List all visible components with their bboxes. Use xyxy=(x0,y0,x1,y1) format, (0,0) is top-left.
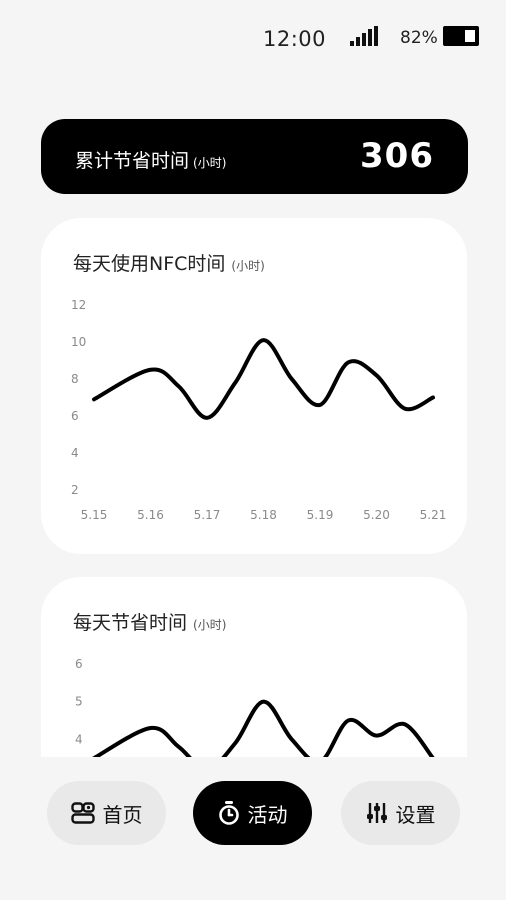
total-saved-label: 累计节省时间 (小时) xyxy=(75,146,226,173)
nfc-usage-line-chart: 2 4 6 8 10 12 5.15 5.16 5.17 5.18 5.19 5.20 5.21 xyxy=(71,298,447,522)
x-tick-label: 5.17 xyxy=(194,508,221,522)
x-tick-label: 5.18 xyxy=(250,508,277,522)
nav-home-button[interactable]: 首页 xyxy=(47,781,166,845)
nav-activity-label: 活动 xyxy=(247,802,288,827)
nav-activity-button[interactable]: 活动 xyxy=(193,781,312,845)
total-saved-title: 累计节省时间 xyxy=(75,150,190,172)
x-tick-label: 5.15 xyxy=(81,508,108,522)
sliders-icon xyxy=(366,803,387,823)
status-bar: 12:00 82% xyxy=(0,0,506,78)
signal-bars-icon xyxy=(350,26,378,46)
status-time: 12:00 xyxy=(263,27,327,51)
y-tick-label: 12 xyxy=(71,298,86,312)
x-tick-label: 5.21 xyxy=(420,508,447,522)
nav-home-label: 首页 xyxy=(102,802,143,827)
total-saved-unit: (小时) xyxy=(193,156,227,170)
battery-icon xyxy=(443,26,479,46)
x-tick-label: 5.20 xyxy=(363,508,390,522)
battery-percent: 82% xyxy=(400,28,438,48)
home-icon xyxy=(70,802,95,824)
y-tick-label: 4 xyxy=(71,446,79,460)
total-saved-card: 累计节省时间 (小时) 306 xyxy=(41,119,468,194)
total-saved-value: 306 xyxy=(360,136,434,176)
series-line xyxy=(92,338,435,420)
y-tick-label: 10 xyxy=(71,335,86,349)
y-tick-label: 8 xyxy=(71,372,79,386)
y-tick-label: 4 xyxy=(75,732,83,746)
x-tick-label: 5.16 xyxy=(137,508,164,522)
nav-settings-button[interactable]: 设置 xyxy=(341,781,460,845)
y-tick-label: 5 xyxy=(75,695,83,709)
y-tick-label: 6 xyxy=(75,657,83,671)
x-tick-label: 5.19 xyxy=(307,508,334,522)
nav-settings-label: 设置 xyxy=(395,802,436,827)
y-tick-label: 2 xyxy=(71,483,79,497)
nfc-usage-chart-card: 每天使用NFC时间 (小时) 2 4 6 8 10 12 5.15 5.16 5.17 5.18 5.… xyxy=(41,218,467,554)
y-tick-label: 6 xyxy=(71,409,79,423)
timer-icon xyxy=(218,801,239,825)
